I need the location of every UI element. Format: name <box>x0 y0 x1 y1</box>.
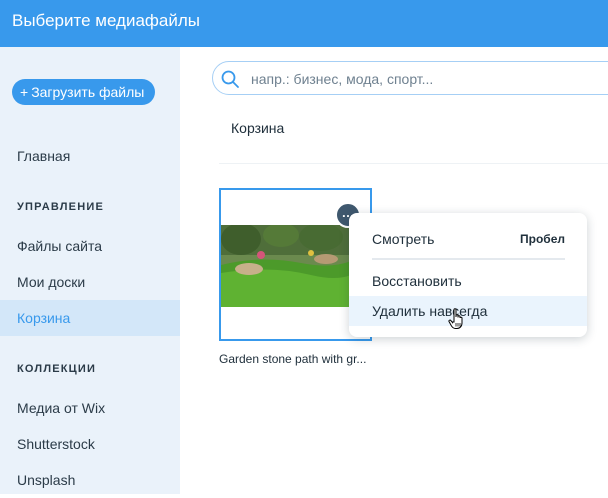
upload-files-label: Загрузить файлы <box>31 84 145 100</box>
plus-icon: + <box>20 84 29 100</box>
section-title-collections: КОЛЛЕКЦИИ <box>17 363 97 375</box>
hand-cursor-icon <box>448 308 463 329</box>
menu-item-view-label: Смотреть <box>372 231 435 247</box>
search-bar[interactable] <box>212 61 608 95</box>
search-icon <box>221 70 239 88</box>
shortcut-label: Пробел <box>520 232 565 246</box>
sidebar-item-trash[interactable]: Корзина <box>0 300 180 336</box>
app-header: Выберите медиафайлы <box>0 0 608 47</box>
media-thumbnail <box>221 225 351 307</box>
menu-item-view[interactable]: Смотреть Пробел <box>349 224 587 254</box>
divider <box>219 163 608 164</box>
menu-item-restore[interactable]: Восстановить <box>349 266 587 296</box>
menu-separator <box>372 258 565 260</box>
section-title-manage: УПРАВЛЕНИЕ <box>17 201 104 213</box>
search-input[interactable] <box>249 66 608 92</box>
sidebar-item-site-files[interactable]: Файлы сайта <box>0 228 180 264</box>
dialog-title: Выберите медиафайлы <box>12 11 200 30</box>
sidebar-item-shutterstock[interactable]: Shutterstock <box>0 426 180 462</box>
sidebar-item-home[interactable]: Главная <box>0 138 180 174</box>
sidebar-item-my-boards[interactable]: Мои доски <box>0 264 180 300</box>
context-menu: Смотреть Пробел Восстановить Удалить нав… <box>349 213 587 337</box>
upload-files-button[interactable]: + Загрузить файлы <box>12 79 156 105</box>
media-caption: Garden stone path with gr... <box>219 352 367 366</box>
sidebar-item-wix-media[interactable]: Медиа от Wix <box>0 390 180 426</box>
sidebar-item-unsplash[interactable]: Unsplash <box>0 462 180 498</box>
breadcrumb: Корзина <box>231 120 285 136</box>
sidebar: + Загрузить файлы Главная УПРАВЛЕНИЕ Файл… <box>0 47 180 494</box>
menu-item-delete-forever[interactable]: Удалить навсегда <box>349 296 587 326</box>
